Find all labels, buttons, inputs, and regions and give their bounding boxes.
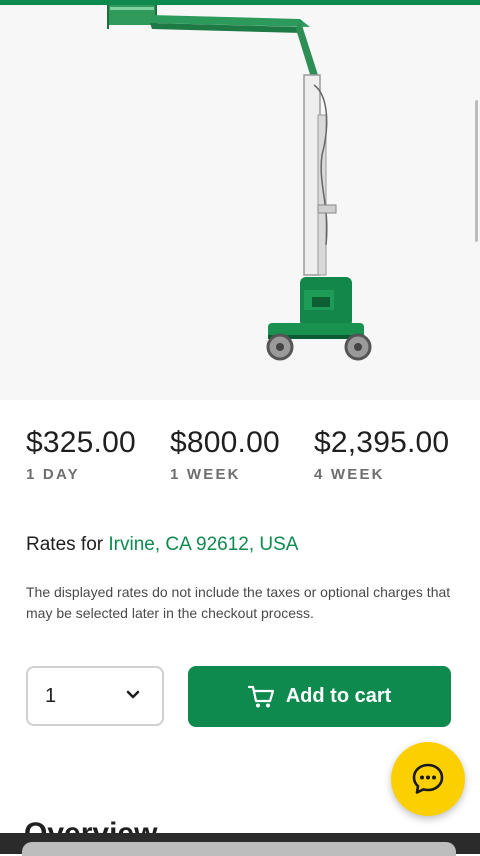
product-image: [0, 5, 480, 400]
quantity-value: 1: [45, 685, 57, 707]
boom-lift-illustration: [107, 5, 372, 361]
rates-for-label: Rates for: [26, 534, 104, 555]
rate-day: $325.00 1 DAY: [26, 426, 136, 483]
rate-price: $800.00: [170, 426, 280, 459]
chat-icon: [412, 763, 444, 794]
rates-disclaimer: The displayed rates do not include the t…: [26, 584, 451, 621]
rental-rates: $325.00 1 DAY $800.00 1 WEEK $2,395.00 4…: [26, 426, 466, 496]
add-to-cart-label: Add to cart: [285, 685, 392, 707]
rate-period: 1 DAY: [26, 466, 80, 483]
location-link[interactable]: Irvine, CA 92612, USA: [108, 534, 298, 555]
chevron-down-icon: [126, 690, 140, 699]
quantity-select[interactable]: 1: [26, 666, 164, 726]
rate-period: 4 WEEK: [314, 466, 385, 483]
cart-icon: [247, 685, 274, 707]
rate-week: $800.00 1 WEEK: [170, 426, 280, 483]
add-to-cart-button[interactable]: Add to cart: [188, 666, 451, 727]
rate-4-week: $2,395.00 4 WEEK: [314, 426, 449, 483]
rate-price: $325.00: [26, 426, 136, 459]
scrollbar-thumb[interactable]: [475, 100, 478, 242]
rates-location: Rates for Irvine, CA 92612, USA: [26, 534, 298, 556]
chat-button[interactable]: [391, 742, 465, 816]
rate-period: 1 WEEK: [170, 466, 241, 483]
rate-price: $2,395.00: [314, 426, 450, 459]
